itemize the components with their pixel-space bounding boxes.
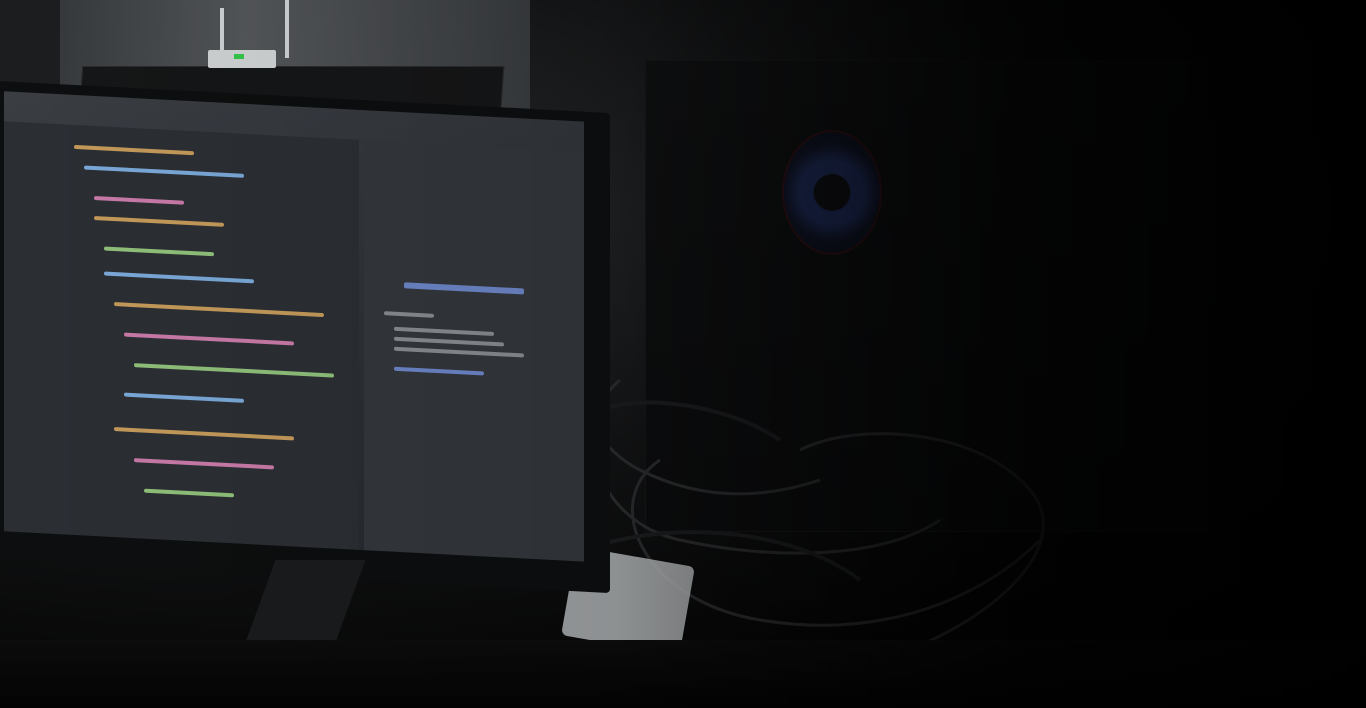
background-photo [0,0,1366,708]
dark-overlay [0,0,1366,708]
